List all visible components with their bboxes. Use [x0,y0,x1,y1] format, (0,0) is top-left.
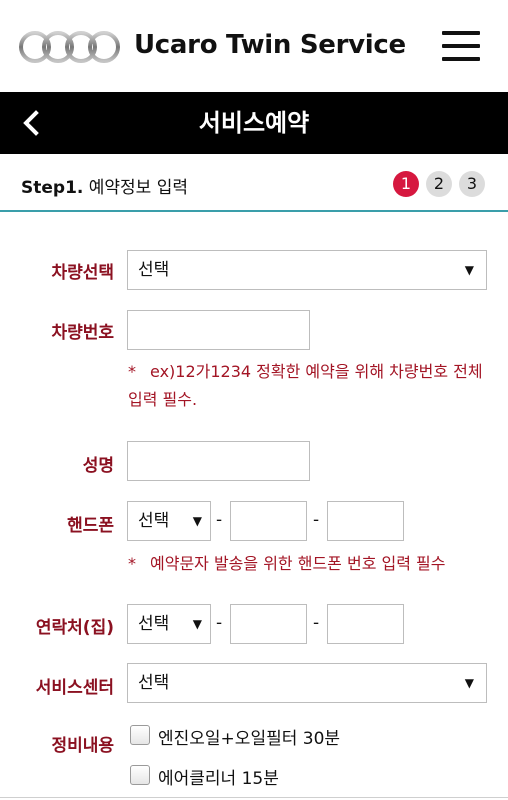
home-phone-label: 연락처(집) [35,618,114,638]
plate-number-input[interactable] [127,310,310,350]
home-last-input[interactable] [327,604,404,644]
checkbox[interactable] [130,725,150,745]
page-title: 서비스예약 [198,109,310,137]
step-prefix: Step1. [21,178,84,198]
service-option-air-cleaner[interactable]: 에어클리너 15분 [128,763,328,789]
mobile-label: 핸드폰 [67,516,114,536]
service-option-label: 에어클리너 15분 [158,769,279,789]
step-title: Step1. 예약정보 입력 [21,173,188,198]
mobile-prefix-value: 선택 [138,511,170,531]
dropdown-arrow-icon: ▼ [192,514,202,528]
app-header: Ucaro Twin Service [0,0,508,92]
hamburger-menu-icon[interactable] [440,29,482,63]
home-prefix-value: 선택 [138,614,170,634]
divider [0,797,508,798]
home-middle-input[interactable] [230,604,307,644]
home-prefix-select[interactable]: 선택 ▼ [127,604,211,644]
name-label: 성명 [82,456,114,476]
mobile-prefix-select[interactable]: 선택 ▼ [127,501,211,541]
dash: - [313,510,320,530]
required-star: * [128,362,136,381]
service-option-label: 엔진오일+오일필터 30분 [158,729,341,749]
step-title-text: 예약정보 입력 [83,178,189,198]
plate-note: * ex)12가1234 정확한 예약을 위해 차량번호 전체 입력 필수. [128,358,500,414]
title-bar: 서비스예약 [0,92,508,154]
vehicle-select-value: 선택 [138,260,170,280]
dash: - [313,613,320,633]
dash: - [216,510,223,530]
service-center-select[interactable]: 선택 ▼ [127,663,487,703]
vehicle-select[interactable]: 선택 ▼ [127,250,487,290]
plate-label: 차량번호 [51,323,114,343]
dropdown-arrow-icon: ▼ [464,263,474,277]
service-content-label: 정비내용 [51,736,114,756]
dash: - [216,613,223,633]
mobile-middle-input[interactable] [230,501,307,541]
four-rings-logo-icon[interactable] [18,29,122,65]
name-input[interactable] [127,441,310,481]
step-indicator-2: 2 [426,171,452,197]
brand-name: Ucaro Twin Service [134,30,406,60]
dropdown-arrow-icon: ▼ [464,676,474,690]
mobile-note: * 예약문자 발송을 위한 핸드폰 번호 입력 필수 [128,550,500,578]
plate-note-text: ex)12가1234 정확한 예약을 위해 차량번호 전체 입력 필수. [128,362,483,409]
step-indicator-1: 1 [393,171,419,197]
service-center-label: 서비스센터 [35,678,114,698]
service-center-value: 선택 [138,673,170,693]
required-star: * [128,554,136,573]
checkbox[interactable] [130,765,150,785]
mobile-note-text: 예약문자 발송을 위한 핸드폰 번호 입력 필수 [150,554,446,573]
dropdown-arrow-icon: ▼ [192,617,202,631]
chevron-left-icon[interactable] [14,106,48,140]
mobile-last-input[interactable] [327,501,404,541]
service-option-oil[interactable]: 엔진오일+오일필터 30분 [128,723,378,749]
step-indicator-3: 3 [459,171,485,197]
vehicle-label: 차량선택 [51,263,114,283]
